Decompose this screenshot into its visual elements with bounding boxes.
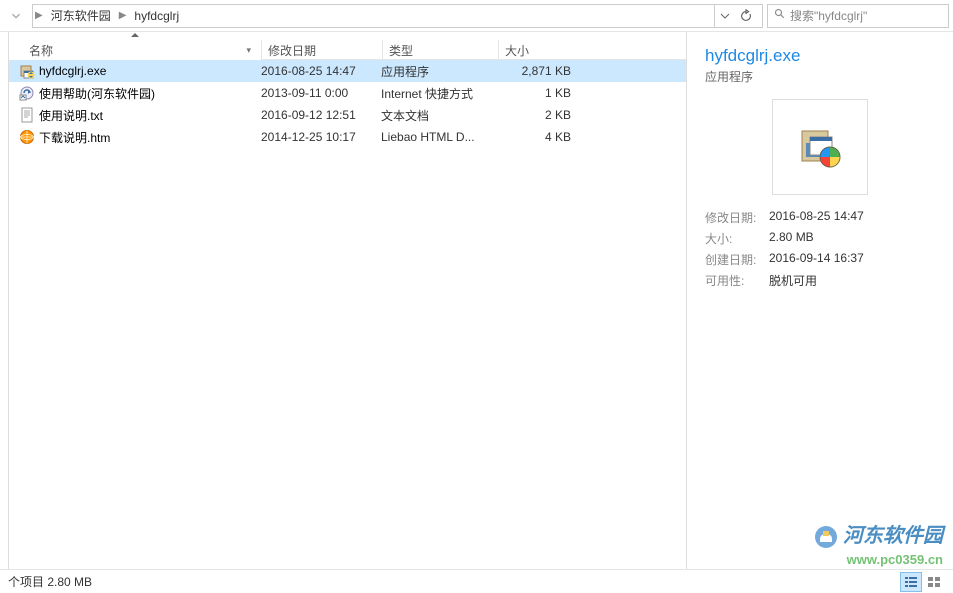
file-name: 下载说明.htm bbox=[39, 129, 110, 146]
meta-label: 创建日期: bbox=[705, 251, 767, 268]
pane-splitter[interactable] bbox=[6, 32, 11, 569]
txt-icon bbox=[19, 107, 35, 123]
meta-value: 2016-08-25 14:47 bbox=[769, 209, 864, 226]
history-dropdown[interactable] bbox=[4, 4, 28, 28]
watermark-logo-icon bbox=[814, 525, 838, 552]
file-type: Internet 快捷方式 bbox=[381, 85, 496, 102]
preview-filename: hyfdcglrj.exe bbox=[705, 46, 935, 66]
breadcrumb-bar[interactable]: ▶ 河东软件园 ▶ hyfdcglrj bbox=[32, 4, 763, 28]
search-icon bbox=[774, 8, 786, 23]
chevron-right-icon[interactable]: ▶ bbox=[117, 10, 129, 21]
file-size: 2,871 KB bbox=[496, 64, 581, 78]
preview-meta-row: 大小:2.80 MB bbox=[705, 228, 935, 249]
file-size: 2 KB bbox=[496, 108, 581, 122]
breadcrumb-dropdown[interactable] bbox=[714, 5, 734, 27]
meta-label: 修改日期: bbox=[705, 209, 767, 226]
file-size: 4 KB bbox=[496, 130, 581, 144]
preview-meta: 修改日期:2016-08-25 14:47大小:2.80 MB创建日期:2016… bbox=[705, 207, 935, 291]
search-input[interactable]: 搜索"hyfdcglrj" bbox=[767, 4, 949, 28]
breadcrumb-item-1[interactable]: hyfdcglrj bbox=[128, 5, 185, 27]
preview-meta-row: 修改日期:2016-08-25 14:47 bbox=[705, 207, 935, 228]
file-row[interactable]: 下载说明.htm 2014-12-25 10:17Liebao HTML D...… bbox=[9, 126, 686, 148]
meta-label: 大小: bbox=[705, 230, 767, 247]
nav-pane-collapsed bbox=[0, 32, 9, 569]
chevron-right-icon[interactable]: ▶ bbox=[33, 10, 45, 21]
refresh-button[interactable] bbox=[734, 4, 758, 28]
file-date: 2013-09-11 0:00 bbox=[261, 86, 381, 100]
sort-ascending-icon bbox=[131, 33, 139, 37]
shortcut-icon bbox=[19, 85, 35, 101]
meta-value: 2.80 MB bbox=[769, 230, 814, 247]
file-type: 应用程序 bbox=[381, 63, 496, 80]
htm-icon bbox=[19, 129, 35, 145]
view-icons-button[interactable] bbox=[923, 572, 945, 592]
status-text: 个项目 2.80 MB bbox=[8, 573, 92, 590]
meta-value: 2016-09-14 16:37 bbox=[769, 251, 864, 268]
file-name: hyfdcglrj.exe bbox=[39, 64, 106, 78]
column-header-type[interactable]: 类型 bbox=[383, 40, 498, 60]
file-row[interactable]: hyfdcglrj.exe 2016-08-25 14:47应用程序2,871 K… bbox=[9, 60, 686, 82]
file-date: 2014-12-25 10:17 bbox=[261, 130, 381, 144]
file-name: 使用说明.txt bbox=[39, 107, 103, 124]
preview-filetype: 应用程序 bbox=[705, 68, 935, 85]
file-size: 1 KB bbox=[496, 86, 581, 100]
column-header-name[interactable]: 名称 ▾ bbox=[9, 40, 261, 60]
file-rows: hyfdcglrj.exe 2016-08-25 14:47应用程序2,871 K… bbox=[9, 60, 686, 569]
watermark: 河东软件园 www.pc0359.cn bbox=[814, 519, 943, 567]
preview-meta-row: 创建日期:2016-09-14 16:37 bbox=[705, 249, 935, 270]
meta-label: 可用性: bbox=[705, 272, 767, 289]
breadcrumb-item-0[interactable]: 河东软件园 bbox=[45, 5, 117, 27]
file-name: 使用帮助(河东软件园) bbox=[39, 85, 155, 102]
file-type: Liebao HTML D... bbox=[381, 130, 496, 144]
address-toolbar: ▶ 河东软件园 ▶ hyfdcglrj 搜索"hyfdcglrj" bbox=[0, 0, 953, 32]
file-date: 2016-09-12 12:51 bbox=[261, 108, 381, 122]
column-header-date[interactable]: 修改日期 bbox=[262, 40, 382, 60]
file-row[interactable]: 使用帮助(河东软件园) 2013-09-11 0:00Internet 快捷方式1… bbox=[9, 82, 686, 104]
status-bar: 个项目 2.80 MB bbox=[0, 569, 953, 593]
meta-value: 脱机可用 bbox=[769, 272, 817, 289]
file-list-pane: 名称 ▾ 修改日期 类型 大小 hyfdcglrj.exe 2016-08-25 … bbox=[9, 32, 686, 569]
search-placeholder: 搜索"hyfdcglrj" bbox=[790, 7, 942, 24]
column-header-size[interactable]: 大小 bbox=[499, 40, 584, 60]
file-date: 2016-08-25 14:47 bbox=[261, 64, 381, 78]
file-type: 文本文档 bbox=[381, 107, 496, 124]
watermark-url: www.pc0359.cn bbox=[814, 552, 943, 567]
preview-meta-row: 可用性:脱机可用 bbox=[705, 270, 935, 291]
installer-icon bbox=[19, 63, 35, 79]
watermark-text: 河东软件园 bbox=[843, 525, 943, 547]
column-headers: 名称 ▾ 修改日期 类型 大小 bbox=[9, 32, 686, 60]
file-row[interactable]: 使用说明.txt 2016-09-12 12:51文本文档2 KB bbox=[9, 104, 686, 126]
preview-thumbnail bbox=[772, 99, 868, 195]
view-details-button[interactable] bbox=[900, 572, 922, 592]
details-pane: hyfdcglrj.exe 应用程序 bbox=[686, 32, 953, 569]
